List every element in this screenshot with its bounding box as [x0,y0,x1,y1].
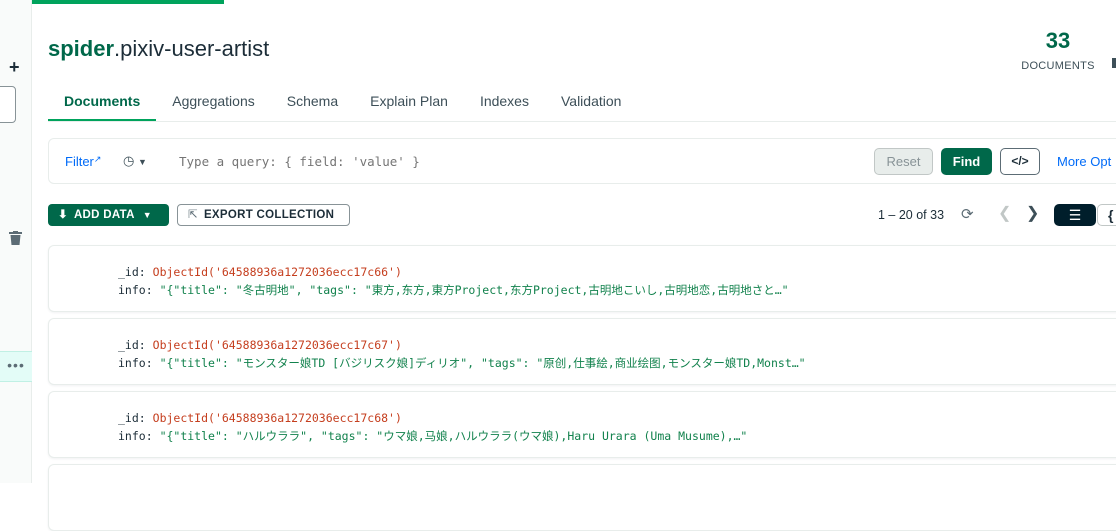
tabs-divider [48,121,1116,122]
add-data-button[interactable]: ⬇ ADD DATA ▼ [48,204,169,226]
document-id-line: _id: ObjectId('64588936a1272036ecc17c66'… [118,265,402,279]
list-view-button[interactable]: ☰ [1054,204,1096,226]
pagination-text: 1 – 20 of 33 [878,208,945,222]
braces-icon: { [1108,207,1114,223]
json-view-button[interactable]: { [1097,204,1116,226]
tab-indexes[interactable]: Indexes [464,84,545,122]
add-data-label: ADD DATA [73,209,135,221]
clock-icon: ◷ [123,153,135,168]
field-value: ObjectId('64588936a1272036ecc17c68') [152,411,402,425]
database-name[interactable]: spider [48,36,114,61]
documents-stat: 33 DOCUMENTS [1018,28,1098,72]
tab-schema[interactable]: Schema [271,84,354,122]
reset-button[interactable]: Reset [874,148,933,175]
filter-link[interactable]: Filter↗ [65,154,101,169]
code-view-button[interactable]: </> [1000,148,1040,175]
export-label: EXPORT COLLECTION [203,209,335,221]
field-value: "{"title": "ハルウララ", "tags": "ウマ娘,马娘,ハルウラ… [159,429,748,443]
chevron-right-icon[interactable]: ❯ [1026,203,1039,223]
active-tab-indicator [32,0,224,4]
more-options-button[interactable]: More Opt [1057,154,1111,169]
filter-label: Filter [65,154,94,169]
sidebar-search-input[interactable] [0,86,16,123]
tab-documents[interactable]: Documents [48,84,157,122]
field-key: _id: [118,338,146,352]
collection-name: pixiv-user-artist [120,36,270,61]
chevron-left-icon[interactable]: ❮ [998,203,1011,223]
document-card[interactable]: _id: ObjectId('64588936a1272036ecc17c68'… [48,391,1116,458]
left-sidebar: + ••• [0,0,32,483]
chevron-down-icon: ▼ [137,157,147,167]
document-id-line: _id: ObjectId('64588936a1272036ecc17c68'… [118,411,402,425]
refresh-icon[interactable]: ⟳ [961,205,974,223]
document-id-line: _id: ObjectId('64588936a1272036ecc17c67'… [118,338,402,352]
document-info-line: info: "{"title": "冬古明地", "tags": "東方,东方,… [118,282,789,298]
document-card[interactable]: _id: ObjectId('64588936a1272036ecc17c67'… [48,318,1116,385]
export-collection-button[interactable]: ⇱ EXPORT COLLECTION [177,204,350,226]
caret-down-icon: ▼ [142,210,152,220]
tab-validation[interactable]: Validation [545,84,637,122]
documents-count: 33 [1045,28,1071,53]
document-card[interactable]: _id: ObjectId('64588936a1272036ecc17c66'… [48,245,1116,312]
document-info-line: info: "{"title": "ハルウララ", "tags": "ウマ娘,马… [118,428,747,444]
query-input[interactable] [179,154,779,169]
field-value: "{"title": "冬古明地", "tags": "東方,东方,東方Proj… [159,283,789,297]
field-key: _id: [118,265,146,279]
field-value: ObjectId('64588936a1272036ecc17c66') [152,265,402,279]
export-icon: ⇱ [188,209,198,221]
trash-icon[interactable] [9,231,22,245]
field-key: info: [118,429,153,443]
field-value: "{"title": "モンスター娘TD [バジリスク娘]ディリオ", "tag… [159,356,806,370]
page-title: spider.pixiv-user-artist [48,36,269,62]
field-value: ObjectId('64588936a1272036ecc17c67') [152,338,402,352]
field-key: _id: [118,411,146,425]
secondary-stat [1112,58,1116,68]
plus-icon[interactable]: + [9,57,20,78]
collection-tabs: Documents Aggregations Schema Explain Pl… [48,84,637,122]
document-info-line: info: "{"title": "モンスター娘TD [バジリスク娘]ディリオ"… [118,355,806,371]
query-bar: Filter↗ ◷ ▼ Reset Find </> More Opt [48,138,1116,184]
tab-aggregations[interactable]: Aggregations [156,84,271,122]
list-icon: ☰ [1068,207,1082,223]
external-link-icon: ↗ [93,154,102,164]
download-icon: ⬇ [58,209,68,221]
field-key: info: [118,356,153,370]
query-history-button[interactable]: ◷ ▼ [123,153,147,169]
documents-label: DOCUMENTS [1021,60,1095,72]
find-button[interactable]: Find [941,148,992,175]
more-options-icon[interactable]: ••• [0,351,32,382]
document-card[interactable] [48,464,1116,531]
tab-explain-plan[interactable]: Explain Plan [354,84,464,122]
field-key: info: [118,283,153,297]
